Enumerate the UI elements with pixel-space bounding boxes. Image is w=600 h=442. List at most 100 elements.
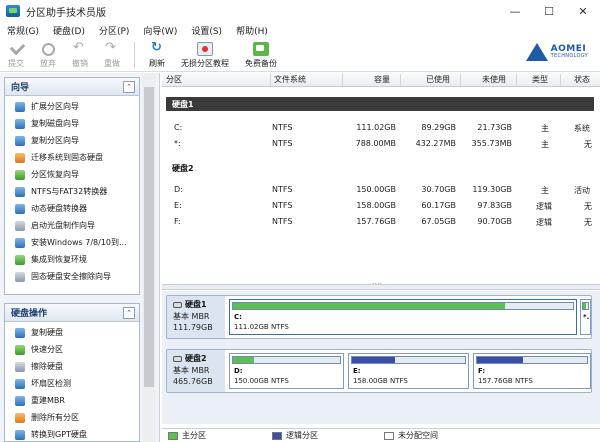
tutorial-button[interactable]: 无损分区教程	[173, 39, 237, 71]
menu-help[interactable]: 帮助(H)	[229, 24, 275, 37]
bad-sector-icon	[15, 378, 25, 389]
disk1-row[interactable]: 硬盘1	[166, 97, 594, 111]
discard-button[interactable]: 放弃	[32, 39, 64, 71]
op-bad-sector[interactable]: 坏扇区检测	[5, 375, 139, 392]
op-quick-partition[interactable]: 快速分区	[5, 341, 139, 358]
op-wipe-disk[interactable]: 擦除硬盘	[5, 358, 139, 375]
maximize-button[interactable]: ☐	[532, 0, 566, 22]
wizard-copy-disk[interactable]: 复制磁盘向导	[5, 115, 139, 132]
redo-button[interactable]: 重做	[96, 39, 128, 71]
tutorial-icon	[197, 42, 213, 56]
partition-d-block[interactable]: D: 150.00GB NTFS	[229, 353, 344, 389]
col-filesystem[interactable]: 文件系统	[274, 74, 306, 85]
col-status[interactable]: 状态	[574, 74, 590, 85]
main-area: 分区 文件系统 容量 已使用 未使用 类型 状态 硬盘1 C: NTFS 111…	[162, 73, 600, 442]
close-button[interactable]: ✕	[566, 0, 600, 22]
backup-label: 免费备份	[245, 59, 277, 68]
tutorial-label: 无损分区教程	[181, 59, 229, 68]
wizard-bootable-media[interactable]: 启动光盘制作向导	[5, 217, 139, 234]
dynamic-disk-icon	[15, 203, 25, 214]
col-used[interactable]: 已使用	[426, 74, 450, 85]
backup-icon	[253, 42, 269, 56]
collapse-icon[interactable]: ⌃	[123, 80, 135, 93]
commit-button[interactable]: 提交	[0, 39, 32, 71]
partition-e-usage	[352, 357, 395, 363]
col-free[interactable]: 未使用	[482, 74, 506, 85]
table-row[interactable]: F: NTFS 157.76GB 67.05GB 90.70GB 逻辑 无	[162, 215, 600, 229]
sidebar-scrollbar-thumb[interactable]	[144, 87, 154, 387]
legend-free: 未分配空间	[384, 430, 438, 441]
disk-map: 硬盘1 基本 MBR 111.79GB C: 111.02GB NTFS *. …	[162, 291, 600, 424]
table-header: 分区 文件系统 容量 已使用 未使用 类型 状态	[162, 73, 600, 87]
wizard-dynamic-disk[interactable]: 动态硬盘转换器	[5, 200, 139, 217]
wizard-panel-header: 向导 ⌃	[5, 78, 139, 96]
disk-ops-panel: 硬盘操作 ⌃ 复制硬盘 快速分区 擦除硬盘 坏扇区检测 重建MBR 删除所有分区…	[4, 303, 140, 442]
wizard-install-windows[interactable]: 安装Windows 7/8/10到...	[5, 234, 139, 251]
op-rebuild-mbr[interactable]: 重建MBR	[5, 392, 139, 409]
wizard-panel-title: 向导	[11, 83, 30, 93]
menu-general[interactable]: 常规(G)	[0, 24, 46, 37]
partition-e-block[interactable]: E: 158.00GB NTFS	[348, 353, 469, 389]
wizard-panel: 向导 ⌃ 扩展分区向导 复制磁盘向导 复制分区向导 迁移系统到固态硬盘 分区恢复…	[4, 77, 140, 295]
partition-star-block[interactable]: *.	[580, 299, 591, 335]
menu-partition[interactable]: 分区(P)	[92, 24, 136, 37]
menu-settings[interactable]: 设置(S)	[184, 24, 229, 37]
disk2-row[interactable]: 硬盘2	[172, 161, 194, 175]
menu-disk[interactable]: 硬盘(D)	[46, 24, 92, 37]
quick-partition-icon	[15, 344, 25, 355]
table-row[interactable]: E: NTFS 158.00GB 60.17GB 97.83GB 逻辑 无	[162, 199, 600, 213]
partition-f-block[interactable]: F: 157.76GB NTFS	[473, 353, 591, 389]
op-copy-disk[interactable]: 复制硬盘	[5, 324, 139, 341]
recovery-env-icon	[15, 254, 25, 265]
primary-swatch-icon	[168, 431, 178, 440]
legend-logical: 逻辑分区	[272, 430, 318, 441]
wizard-extend-partition[interactable]: 扩展分区向导	[5, 98, 139, 115]
op-convert-gpt[interactable]: 转换到GPT硬盘	[5, 426, 139, 441]
wizard-partition-recovery[interactable]: 分区恢复向导	[5, 166, 139, 183]
migrate-icon	[15, 152, 25, 163]
disk2-label: 硬盘2 基本 MBR 465.76GB	[167, 350, 225, 392]
menu-wizard[interactable]: 向导(W)	[136, 24, 184, 37]
discard-icon	[41, 43, 55, 56]
copy-disk-icon	[15, 118, 25, 129]
table-row[interactable]: D: NTFS 150.00GB 30.70GB 119.30GB 主 活动	[162, 183, 600, 197]
disk-ops-panel-title: 硬盘操作	[11, 309, 48, 319]
undo-button[interactable]: 撤销	[64, 39, 96, 71]
wizard-copy-partition[interactable]: 复制分区向导	[5, 132, 139, 149]
op-delete-all[interactable]: 删除所有分区	[5, 409, 139, 426]
wizard-recovery-env[interactable]: 集成到恢复环境	[5, 251, 139, 268]
extend-icon	[15, 101, 25, 112]
refresh-icon	[149, 40, 165, 56]
disk-icon	[173, 355, 182, 362]
col-partition[interactable]: 分区	[166, 74, 182, 85]
toolbar-separator	[134, 42, 135, 68]
refresh-label: 刷新	[149, 59, 165, 68]
table-row[interactable]: C: NTFS 111.02GB 89.29GB 21.73GB 主 系统	[162, 121, 600, 135]
wizard-ssd-erase[interactable]: 固态硬盘安全擦除向导	[5, 268, 139, 285]
col-capacity[interactable]: 容量	[374, 74, 390, 85]
copy-disk-icon	[15, 327, 25, 338]
app-icon	[6, 5, 20, 17]
sidebar: 向导 ⌃ 扩展分区向导 复制磁盘向导 复制分区向导 迁移系统到固态硬盘 分区恢复…	[0, 73, 160, 442]
ssd-erase-icon	[15, 271, 25, 282]
disk-ops-panel-header: 硬盘操作 ⌃	[5, 304, 139, 322]
wizard-ntfs-fat32[interactable]: NTFS与FAT32转换器	[5, 183, 139, 200]
window-title: 分区助手技术员版	[26, 7, 106, 19]
wizard-migrate-os[interactable]: 迁移系统到固态硬盘	[5, 149, 139, 166]
backup-button[interactable]: 免费备份	[237, 39, 285, 71]
refresh-button[interactable]: 刷新	[141, 39, 173, 71]
free-swatch-icon	[384, 431, 394, 440]
disk1-card[interactable]: 硬盘1 基本 MBR 111.79GB C: 111.02GB NTFS *.	[166, 295, 592, 339]
aomei-logo: AOMEI TECHNOLOGY	[525, 43, 588, 61]
sidebar-scrollbar[interactable]	[142, 73, 156, 442]
pane-splitter[interactable]	[162, 277, 600, 290]
disk-icon	[173, 301, 182, 308]
wipe-icon	[15, 361, 25, 372]
disk2-card[interactable]: 硬盘2 基本 MBR 465.76GB D: 150.00GB NTFS E: …	[166, 349, 592, 393]
redo-icon	[104, 40, 120, 56]
partition-c-block[interactable]: C: 111.02GB NTFS	[229, 299, 577, 335]
collapse-icon[interactable]: ⌃	[123, 306, 135, 319]
col-type[interactable]: 类型	[532, 74, 548, 85]
table-row[interactable]: *: NTFS 788.00MB 432.27MB 355.73MB 主 无	[162, 137, 600, 151]
minimize-button[interactable]: —	[498, 0, 532, 22]
